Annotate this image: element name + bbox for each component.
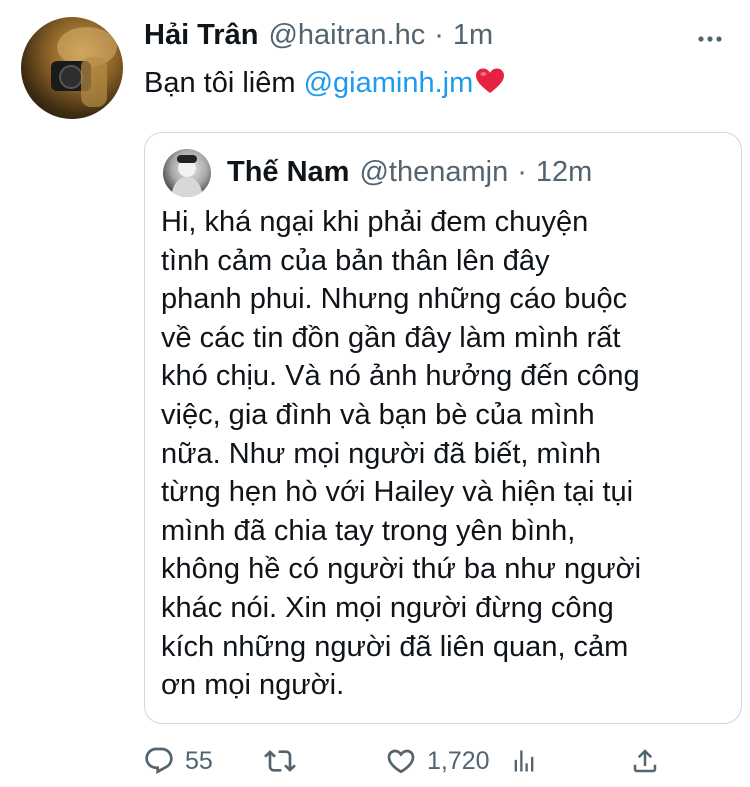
quoted-text-line: từng hẹn hò với Hailey và hiện tại tụi	[161, 476, 634, 509]
quoted-tweet-header: Thế Nam @thenamjn · 12m	[227, 153, 592, 191]
like-button[interactable]: 1,720	[385, 738, 490, 784]
quoted-tweet-text: Hi, khá ngại khi phải đem chuyện tình cả…	[161, 203, 641, 705]
like-count: 1,720	[427, 746, 490, 775]
quoted-text-line: khác nói. Xin mọi người đừng công	[161, 591, 614, 624]
retweet-button[interactable]	[262, 738, 308, 784]
quoted-avatar-photo	[171, 155, 203, 197]
quoted-separator-dot: ·	[517, 155, 527, 188]
analytics-icon	[514, 750, 534, 772]
tweet-text-body: Bạn tôi liêm	[144, 67, 304, 99]
share-button[interactable]	[630, 738, 660, 784]
quoted-author-name: Thế Nam	[227, 155, 350, 188]
retweet-icon	[264, 750, 296, 772]
reply-icon	[145, 747, 173, 774]
quoted-text-line: Hi, khá ngại khi phải đem chuyện	[161, 206, 589, 238]
heart-emoji-icon	[475, 67, 505, 105]
quoted-text-line: mình đã chia tay trong yên bình,	[161, 514, 576, 547]
tweet-actions: 55 1,720	[0, 738, 750, 784]
quoted-text-line: không hề có người thứ ba như người	[161, 553, 642, 586]
author-avatar[interactable]	[21, 17, 123, 119]
quoted-text-line: nữa. Như mọi người đã biết, mình	[161, 437, 601, 470]
author-name[interactable]: Hải Trân	[144, 19, 258, 52]
mention-link[interactable]: @giaminh.jm	[304, 67, 474, 99]
analytics-button[interactable]	[510, 738, 538, 784]
separator-dot: ·	[434, 18, 444, 51]
quoted-text-line: kích những người đã liên quan, cảm	[161, 630, 629, 663]
quoted-tweet[interactable]: Thế Nam @thenamjn · 12m Hi, khá ngại khi…	[144, 132, 742, 724]
reply-button[interactable]: 55	[143, 738, 213, 784]
reply-count: 55	[185, 746, 213, 775]
quoted-text-line: về các tin đồn gần đây làm mình rất	[161, 321, 621, 354]
heart-icon	[387, 749, 415, 774]
quoted-author-avatar	[163, 149, 211, 197]
quoted-tweet-time: 12m	[535, 155, 593, 188]
quoted-text-line: phanh phui. Nhưng những cáo buộc	[161, 283, 628, 316]
author-handle[interactable]: @haitran.hc	[268, 19, 425, 52]
tweet[interactable]: Hải Trân @haitran.hc · 1m Bạn tôi liêm @…	[0, 0, 750, 787]
more-icon[interactable]	[698, 30, 722, 42]
quoted-text-line: ơn mọi người.	[161, 669, 345, 702]
quoted-text-line: việc, gia đình và bạn bè của mình	[161, 398, 595, 431]
quoted-text-line: tình cảm của bản thân lên đây	[161, 244, 550, 277]
avatar-photo	[51, 27, 117, 107]
quoted-text-line: khó chịu. Và nó ảnh hưởng đến công	[161, 360, 640, 393]
tweet-text: Bạn tôi liêm @giaminh.jm	[144, 64, 505, 105]
share-icon	[633, 749, 657, 773]
tweet-time[interactable]: 1m	[453, 19, 493, 52]
tweet-header: Hải Trân @haitran.hc · 1m	[144, 17, 493, 53]
quoted-author-handle: @thenamjn	[359, 155, 509, 188]
